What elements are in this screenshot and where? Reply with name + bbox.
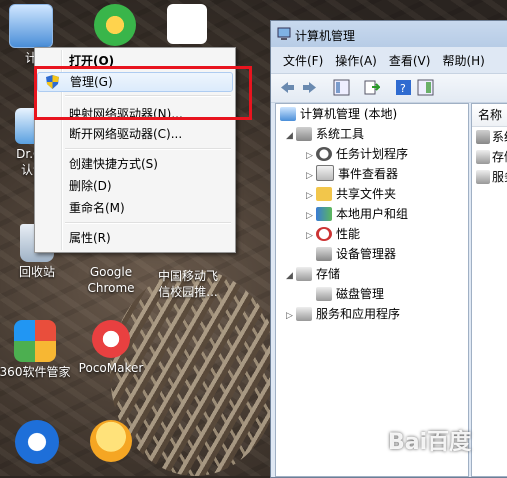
- performance-icon: [316, 227, 332, 241]
- window-titlebar[interactable]: 计算机管理: [271, 21, 507, 47]
- storage-icon: [476, 150, 490, 164]
- desktop-icon-360[interactable]: [78, 4, 152, 48]
- menu-item-properties[interactable]: 属性(R): [37, 228, 233, 248]
- result-item-services[interactable]: 服务: [472, 167, 507, 187]
- window-title: 计算机管理: [295, 29, 356, 43]
- tree-node-device-manager[interactable]: 设备管理器: [316, 244, 396, 264]
- tree-node-storage[interactable]: ◢ 存储: [286, 264, 340, 284]
- menu-help[interactable]: 帮助(H): [436, 51, 490, 71]
- desktop-icon-360-software[interactable]: 360软件管家: [0, 320, 72, 380]
- services-icon: [476, 170, 490, 184]
- console-tree: 计算机管理 (本地) ◢ 系统工具 ▷ 任务计划程序 ▷ 事件查看器 ▷ 共享文件夹 ▷…: [275, 103, 469, 477]
- result-item-storage[interactable]: 存储: [472, 147, 507, 167]
- disk-icon: [316, 287, 332, 301]
- menu-separator: [65, 222, 231, 224]
- menu-file[interactable]: 文件(F): [277, 51, 329, 71]
- tree-node-root[interactable]: 计算机管理 (本地): [280, 104, 397, 124]
- column-header-name[interactable]: 名称: [472, 104, 507, 127]
- tree-node-disk-management[interactable]: 磁盘管理: [316, 284, 384, 304]
- forward-arrow-icon[interactable]: [301, 79, 318, 96]
- event-viewer-icon: [316, 165, 334, 181]
- tree-node-performance[interactable]: ▷ 性能: [306, 224, 360, 244]
- expand-arrow-icon[interactable]: ▷: [306, 186, 316, 206]
- clock-icon: [316, 147, 332, 161]
- pocomaker-icon: [92, 320, 130, 358]
- back-arrow-icon[interactable]: [279, 79, 296, 96]
- tools-icon: [296, 127, 312, 141]
- show-hide-action-pane-icon[interactable]: [417, 79, 434, 96]
- device-manager-icon: [316, 247, 332, 261]
- qq-icon: [90, 420, 132, 462]
- users-icon: [316, 207, 332, 221]
- tree-node-system-tools[interactable]: ◢ 系统工具: [286, 124, 364, 144]
- menu-separator: [65, 148, 231, 150]
- tree-node-services[interactable]: ▷ 服务和应用程序: [286, 304, 400, 324]
- menu-item-disconnect-drive[interactable]: 断开网络驱动器(C)...: [37, 124, 233, 144]
- services-icon: [296, 307, 312, 321]
- help-icon[interactable]: ?: [395, 79, 412, 96]
- 360-icon: [94, 4, 136, 46]
- menu-item-create-shortcut[interactable]: 创建快捷方式(S): [37, 154, 233, 174]
- result-item-system-tools[interactable]: 系统: [472, 127, 507, 147]
- expand-arrow-icon[interactable]: ▷: [306, 206, 316, 226]
- computer-management-icon: [277, 27, 291, 40]
- highlight-annotation-box: [34, 66, 252, 120]
- storage-icon: [296, 267, 312, 281]
- export-list-icon[interactable]: [363, 79, 380, 96]
- collapse-arrow-icon[interactable]: ◢: [286, 126, 296, 146]
- fetion-icon: [167, 4, 207, 44]
- desktop-icon-ie[interactable]: [0, 420, 74, 466]
- expand-arrow-icon[interactable]: ▷: [306, 226, 316, 246]
- watermark: Bai百度: [388, 430, 472, 455]
- computer-icon: [9, 4, 53, 48]
- tree-node-task-scheduler[interactable]: ▷ 任务计划程序: [306, 144, 408, 164]
- window-toolbar: ?: [271, 73, 507, 103]
- tree-node-shared-folders[interactable]: ▷ 共享文件夹: [306, 184, 396, 204]
- computer-management-icon: [280, 107, 296, 121]
- shared-folder-icon: [316, 187, 332, 201]
- expand-arrow-icon[interactable]: ▷: [286, 306, 296, 326]
- svg-text:?: ?: [400, 82, 406, 95]
- desktop-icon-pocomaker[interactable]: PocoMaker: [74, 320, 148, 376]
- 360-software-icon: [14, 320, 56, 362]
- menu-item-rename[interactable]: 重命名(M): [37, 198, 233, 218]
- results-pane: 名称 系统 存储 服务: [471, 103, 507, 477]
- expand-arrow-icon[interactable]: ▷: [306, 166, 316, 186]
- desktop-icon-qq[interactable]: [74, 420, 148, 464]
- tree-node-local-users[interactable]: ▷ 本地用户和组: [306, 204, 408, 224]
- show-hide-tree-icon[interactable]: [333, 79, 350, 96]
- menu-view[interactable]: 查看(V): [383, 51, 437, 71]
- desktop-icon-fetion-top[interactable]: [150, 4, 224, 46]
- tree-node-event-viewer[interactable]: ▷ 事件查看器: [306, 164, 398, 184]
- expand-arrow-icon[interactable]: ▷: [306, 146, 316, 166]
- collapse-arrow-icon[interactable]: ◢: [286, 266, 296, 286]
- menu-item-delete[interactable]: 删除(D): [37, 176, 233, 196]
- computer-management-window: 计算机管理 文件(F) 操作(A) 查看(V) 帮助(H) ? 计算机管理 (本地) …: [270, 20, 507, 478]
- menu-action[interactable]: 操作(A): [329, 51, 383, 71]
- tools-icon: [476, 130, 490, 144]
- window-menubar: 文件(F) 操作(A) 查看(V) 帮助(H): [277, 51, 507, 71]
- ie-icon: [15, 420, 59, 464]
